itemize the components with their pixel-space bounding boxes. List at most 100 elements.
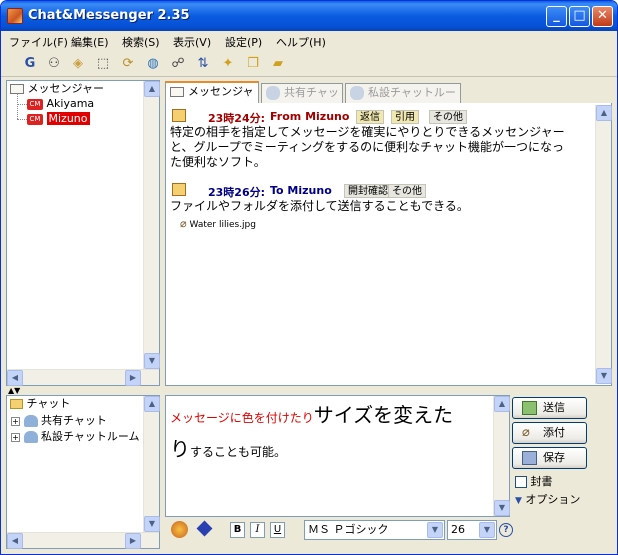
menu-view[interactable]: 表示(V) bbox=[173, 34, 211, 50]
scroll-up-button[interactable]: ▲ bbox=[144, 396, 160, 412]
scroll-right-button[interactable]: ▶ bbox=[125, 370, 141, 386]
menu-help[interactable]: ヘルプ(H) bbox=[276, 34, 326, 50]
attach-label: 添付 bbox=[543, 426, 565, 439]
palette-icon[interactable] bbox=[171, 521, 188, 538]
folder-open-icon[interactable]: ▰ bbox=[269, 55, 287, 73]
app-icon bbox=[7, 8, 23, 24]
options-toggle[interactable]: ▼ オプション bbox=[515, 491, 580, 507]
folder-star-icon[interactable]: ✦ bbox=[219, 55, 237, 73]
eraser-icon[interactable] bbox=[196, 520, 213, 537]
chevron-down-icon[interactable]: ▼ bbox=[427, 522, 443, 538]
minimize-button[interactable]: _ bbox=[546, 6, 567, 27]
scroll-up-button[interactable]: ▲ bbox=[144, 81, 160, 97]
select-icon[interactable]: ⬚ bbox=[94, 55, 112, 73]
user-name: Akiyama bbox=[46, 97, 95, 110]
underline-button[interactable]: U bbox=[270, 522, 285, 538]
toolbar: G ⚇ ◈ ⬚ ⟳ ◍ ☍ ⇅ ✦ ❐ ▰ bbox=[1, 51, 617, 77]
menu-bar: ファイル(F) 編集(E) 検索(S) 表示(V) 設定(P) ヘルプ(H) bbox=[1, 31, 617, 51]
message-text-line: 特定の相手を指定してメッセージを確実にやりとりできるメッセンジャー bbox=[170, 125, 565, 139]
quote-button[interactable]: 引用 bbox=[391, 110, 419, 124]
disk-icon bbox=[522, 451, 537, 465]
other-button[interactable]: その他 bbox=[429, 110, 467, 124]
scroll-down-button[interactable]: ▼ bbox=[144, 516, 160, 532]
checkbox-box[interactable] bbox=[515, 476, 527, 488]
send-icon bbox=[522, 401, 537, 415]
scroll-left-button[interactable]: ◀ bbox=[7, 533, 23, 549]
message-time: 23時26分: bbox=[208, 186, 266, 199]
chat-folder-icon bbox=[10, 399, 23, 409]
message-vscroll[interactable]: ▲ ▼ bbox=[595, 105, 612, 384]
scroll-down-button[interactable]: ▼ bbox=[596, 368, 612, 384]
compose-editor[interactable]: メッセージに色を付けたりサイズを変えた りすることも可能。 ▲ ▼ bbox=[165, 395, 510, 517]
expand-icon[interactable]: + bbox=[11, 416, 20, 426]
scroll-left-button[interactable]: ◀ bbox=[7, 370, 23, 386]
refresh-icon[interactable]: ⟳ bbox=[119, 55, 137, 73]
send-button[interactable]: 送信 bbox=[512, 397, 587, 419]
chat-hscroll[interactable]: ◀ ▶ bbox=[7, 532, 159, 549]
user-item-mizuno[interactable]: CM Mizuno bbox=[17, 112, 90, 126]
user-icon: CM bbox=[27, 98, 43, 110]
tag-icon[interactable]: ◈ bbox=[69, 55, 87, 73]
close-button[interactable]: ✕ bbox=[592, 6, 613, 27]
users-icon[interactable]: ⚇ bbox=[45, 55, 63, 73]
menu-settings[interactable]: 設定(P) bbox=[225, 34, 262, 50]
g-icon[interactable]: G bbox=[21, 55, 39, 73]
chevron-down-icon: ▼ bbox=[515, 496, 522, 506]
paperclip-icon: ⌀ bbox=[180, 217, 187, 230]
seal-checkbox[interactable]: 封書 bbox=[515, 473, 553, 489]
menu-edit[interactable]: 編集(E) bbox=[71, 34, 109, 50]
read-confirm-button[interactable]: 開封確認 bbox=[344, 184, 392, 198]
menu-search[interactable]: 検索(S) bbox=[122, 34, 160, 50]
tab-shared-chat[interactable]: 共有チャット bbox=[261, 83, 343, 117]
message-icon bbox=[172, 183, 186, 196]
maximize-button[interactable]: □ bbox=[569, 6, 590, 27]
tree-root-chat[interactable]: チャット bbox=[10, 397, 70, 411]
scroll-down-button[interactable]: ▼ bbox=[494, 500, 510, 516]
compose-text: メッセージに色を付けたりサイズを変えた りすることも可能。 bbox=[170, 400, 488, 468]
tree-root-messenger[interactable]: メッセンジャー bbox=[10, 82, 104, 96]
message-icon bbox=[172, 109, 186, 122]
help-icon[interactable]: ? bbox=[499, 523, 513, 537]
other-button[interactable]: その他 bbox=[388, 184, 426, 198]
chat-item-private[interactable]: + 私設チャットルーム bbox=[11, 430, 140, 444]
menu-file[interactable]: ファイル(F) bbox=[9, 34, 68, 50]
users-tree-pane: メッセンジャー CM Akiyama CM Mizuno ▲ ▼ ◀ ▶ bbox=[6, 80, 160, 386]
splitter-arrows[interactable]: ▲▼ bbox=[8, 387, 20, 395]
bold-button[interactable]: B bbox=[230, 522, 245, 538]
size-select[interactable]: 26 ▼ bbox=[447, 520, 497, 540]
scroll-up-button[interactable]: ▲ bbox=[494, 396, 510, 412]
user-item-akiyama[interactable]: CM Akiyama bbox=[17, 97, 94, 111]
send-label: 送信 bbox=[543, 401, 565, 414]
expand-icon[interactable]: + bbox=[11, 432, 20, 442]
title-bar[interactable]: Chat&Messenger 2.35 _ □ ✕ bbox=[1, 1, 617, 31]
italic-button[interactable]: I bbox=[250, 522, 265, 538]
options-label: オプション bbox=[525, 493, 581, 506]
tab-private-chat[interactable]: 私設チャットルーム bbox=[345, 83, 461, 117]
chat-root-label: チャット bbox=[26, 397, 71, 410]
group-icon[interactable]: ☍ bbox=[169, 55, 187, 73]
attachment-link[interactable]: ⌀ Water lilies.jpg bbox=[180, 217, 256, 230]
group-icon bbox=[350, 86, 364, 100]
chat-vscroll[interactable]: ▲ ▼ bbox=[143, 396, 160, 532]
copy-icon[interactable]: ❐ bbox=[244, 55, 262, 73]
attach-button[interactable]: ⌀ 添付 bbox=[512, 422, 587, 444]
tab-messenger[interactable]: メッセンジャー bbox=[165, 81, 259, 116]
reply-button[interactable]: 返信 bbox=[356, 110, 384, 124]
font-select[interactable]: ＭＳ Ｐゴシック ▼ bbox=[304, 520, 445, 540]
globe-icon[interactable]: ◍ bbox=[144, 55, 162, 73]
sort-icon[interactable]: ⇅ bbox=[194, 55, 212, 73]
scroll-up-button[interactable]: ▲ bbox=[596, 105, 612, 121]
save-button[interactable]: 保存 bbox=[512, 447, 587, 469]
scroll-right-button[interactable]: ▶ bbox=[125, 533, 141, 549]
chat-item-shared[interactable]: + 共有チャット bbox=[11, 414, 107, 428]
compose-vscroll[interactable]: ▲ ▼ bbox=[493, 396, 510, 516]
scroll-down-button[interactable]: ▼ bbox=[144, 353, 160, 369]
user-name: Mizuno bbox=[46, 112, 90, 125]
users-vscroll[interactable]: ▲ ▼ bbox=[143, 81, 160, 369]
chevron-down-icon[interactable]: ▼ bbox=[479, 522, 495, 538]
group-icon bbox=[266, 86, 280, 100]
users-hscroll[interactable]: ◀ ▶ bbox=[7, 369, 159, 386]
app-window: Chat&Messenger 2.35 _ □ ✕ ファイル(F) 編集(E) … bbox=[0, 0, 618, 555]
compose-red-text: メッセージに色を付けたり bbox=[170, 411, 314, 425]
tree-root-label: メッセンジャー bbox=[27, 82, 104, 95]
